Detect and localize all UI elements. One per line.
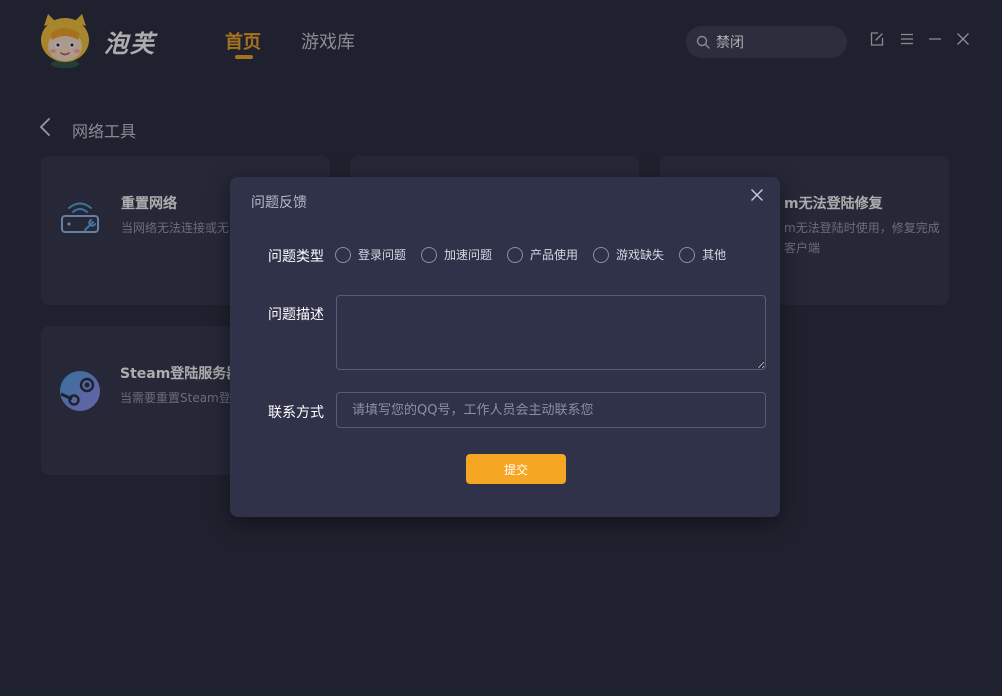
- radio-circle[interactable]: [507, 246, 524, 263]
- app-window: 泡芙 首页 游戏库 禁闭 网络工具 重置网络 当网络无法连接或无 m无法登陆修复…: [0, 0, 1002, 696]
- radio-circle[interactable]: [679, 246, 696, 263]
- radio-game-missing[interactable]: 游戏缺失: [593, 246, 664, 263]
- contact-input[interactable]: [336, 392, 766, 428]
- problem-type-label: 问题类型: [268, 249, 324, 265]
- problem-type-radio-group: 登录问题 加速问题 产品使用 游戏缺失 其他: [335, 246, 741, 263]
- problem-description-label: 问题描述: [268, 307, 324, 323]
- radio-login-issue[interactable]: 登录问题: [335, 246, 406, 263]
- dialog-title: 问题反馈: [251, 195, 307, 211]
- radio-label: 其他: [702, 248, 727, 262]
- submit-button[interactable]: 提交: [466, 454, 566, 484]
- radio-other[interactable]: 其他: [679, 246, 726, 263]
- radio-acceleration-issue[interactable]: 加速问题: [421, 246, 492, 263]
- radio-label: 登录问题: [358, 248, 407, 262]
- radio-label: 加速问题: [444, 248, 493, 262]
- dialog-close-button[interactable]: [749, 187, 765, 203]
- contact-label: 联系方式: [268, 405, 324, 421]
- problem-description-textarea[interactable]: [336, 295, 766, 370]
- radio-product-usage[interactable]: 产品使用: [507, 246, 578, 263]
- close-icon: [751, 189, 763, 201]
- radio-circle[interactable]: [593, 246, 610, 263]
- feedback-dialog: 问题反馈 问题类型 登录问题 加速问题 产品使用 游戏缺失 其他 问题描述 联系…: [230, 177, 780, 517]
- radio-label: 游戏缺失: [616, 248, 665, 262]
- radio-circle[interactable]: [421, 246, 438, 263]
- radio-circle[interactable]: [335, 246, 351, 263]
- radio-label: 产品使用: [530, 248, 579, 262]
